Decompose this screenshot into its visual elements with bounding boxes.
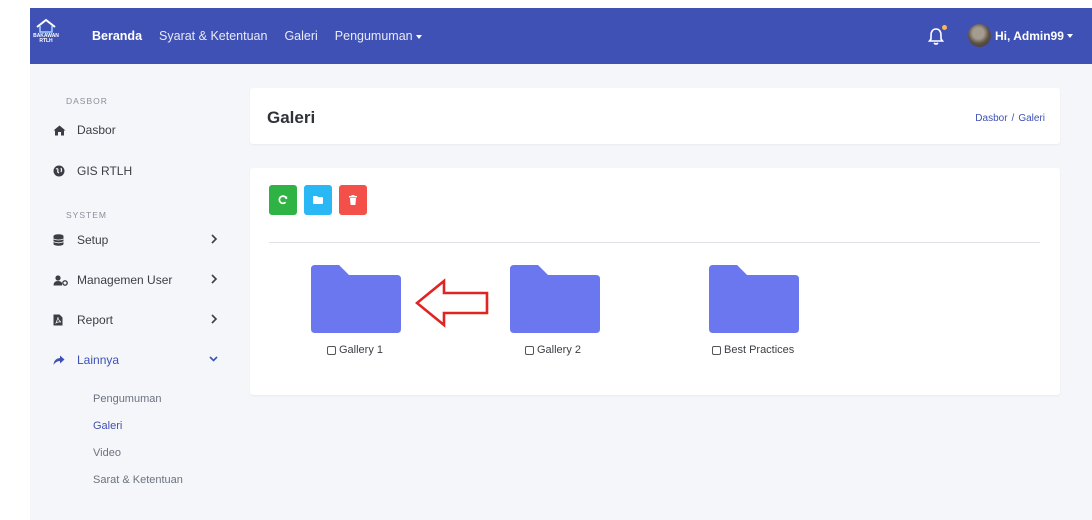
folder-name: Best Practices [724, 344, 795, 356]
sidebar-item-label: Lainnya [77, 353, 120, 367]
nav-beranda[interactable]: Beranda [92, 29, 142, 43]
top-navbar: BAKAWAN RTLH Beranda Syarat & Ketentuan … [30, 8, 1092, 64]
gallery-1-checkbox[interactable] [327, 345, 336, 355]
chevron-right-icon [210, 234, 218, 247]
refresh-button[interactable] [269, 185, 297, 215]
folder-name: Gallery 2 [537, 344, 582, 356]
folder-best-practices-label[interactable]: Best Practices [712, 344, 794, 356]
sidebar-subitem-galeri[interactable]: Galeri [93, 420, 122, 432]
chevron-down-icon [209, 354, 218, 366]
users-cog-icon [53, 274, 73, 286]
sidebar-item-label: Report [77, 313, 114, 327]
nav-galeri[interactable]: Galeri [284, 29, 317, 43]
sidebar-subitem-video[interactable]: Video [93, 447, 121, 459]
sidebar-item-label: Managemen User [77, 273, 173, 287]
sidebar-item-setup[interactable]: Setup [53, 230, 218, 250]
gallery-2-checkbox[interactable] [525, 345, 534, 355]
user-greeting: Hi, Admin99 [995, 29, 1064, 43]
folder-gallery-1-label[interactable]: Gallery 1 [327, 344, 383, 356]
folder-icon [313, 196, 323, 204]
house-logo-icon [36, 18, 56, 33]
sidebar-item-managemen-user[interactable]: Managemen User [53, 270, 218, 290]
page-title: Galeri [267, 108, 316, 127]
share-icon [53, 355, 73, 366]
user-menu[interactable]: Hi, Admin99 [995, 8, 1073, 64]
top-nav: Beranda Syarat & Ketentuan Galeri Pengum… [92, 8, 439, 64]
avatar[interactable] [968, 24, 991, 47]
sidebar: DASBOR Dasbor GIS RTLH SYSTEM Setup Mana… [30, 64, 230, 520]
best-practices-checkbox[interactable] [712, 345, 721, 355]
nav-pengumuman-dropdown[interactable]: Pengumuman [335, 29, 422, 43]
delete-button[interactable] [339, 185, 367, 215]
app-frame: BAKAWAN RTLH Beranda Syarat & Ketentuan … [30, 8, 1092, 520]
annotation-arrow-left-icon [415, 278, 489, 328]
caret-down-icon [1066, 34, 1073, 38]
folder-gallery-2-icon[interactable] [510, 265, 600, 333]
folder-gallery-2-label[interactable]: Gallery 2 [525, 344, 581, 356]
trash-icon [349, 195, 357, 205]
caret-down-icon [415, 34, 422, 39]
globe-icon [53, 165, 73, 177]
home-icon [53, 125, 73, 136]
gallery-card: Gallery 1 Gallery 2 Best Practices [250, 168, 1060, 395]
chevron-right-icon [210, 314, 218, 327]
sidebar-item-lainnya[interactable]: Lainnya [53, 350, 218, 370]
breadcrumb-dasbor[interactable]: Dasbor [975, 113, 1007, 124]
sidebar-subitem-pengumuman[interactable]: Pengumuman [93, 393, 162, 405]
folder-gallery-1-icon[interactable] [311, 265, 401, 333]
sidebar-heading-system: SYSTEM [66, 210, 107, 220]
sidebar-item-dasbor[interactable]: Dasbor [53, 120, 218, 140]
breadcrumb-galeri: Galeri [1018, 113, 1045, 124]
database-icon [53, 234, 73, 246]
notification-dot [942, 25, 947, 30]
breadcrumb-separator: / [1011, 113, 1015, 124]
logo-text-line2: RTLH [39, 38, 53, 44]
sidebar-subitem-sarat-ketentuan[interactable]: Sarat & Ketentuan [93, 474, 183, 486]
sidebar-item-label: Dasbor [77, 123, 116, 137]
sidebar-heading-dasbor: DASBOR [66, 96, 108, 106]
page-header-card: Galeri Dasbor / Galeri [250, 88, 1060, 144]
new-folder-button[interactable] [304, 185, 332, 215]
nav-syarat-ketentuan[interactable]: Syarat & Ketentuan [159, 29, 267, 43]
sidebar-item-label: GIS RTLH [77, 164, 133, 178]
sidebar-item-report[interactable]: Report [53, 310, 218, 330]
nav-pengumuman-label: Pengumuman [334, 29, 413, 43]
pdf-file-icon [53, 314, 73, 326]
sidebar-item-gis-rtlh[interactable]: GIS RTLH [53, 161, 218, 181]
folder-best-practices-icon[interactable] [709, 265, 799, 333]
breadcrumb: Dasbor / Galeri [975, 113, 1045, 124]
brand-logo[interactable]: BAKAWAN RTLH [30, 18, 62, 54]
sidebar-item-label: Setup [77, 233, 109, 247]
toolbar-divider [269, 242, 1040, 243]
chevron-right-icon [210, 274, 218, 287]
refresh-icon [278, 195, 288, 205]
folder-name: Gallery 1 [339, 344, 384, 356]
